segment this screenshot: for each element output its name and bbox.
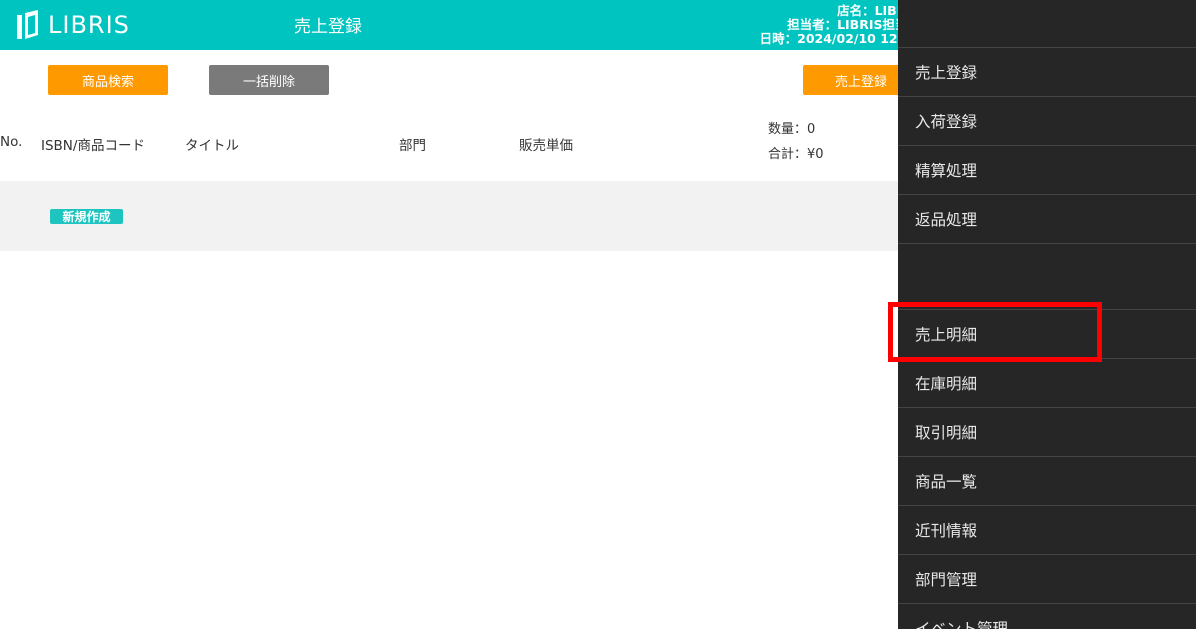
column-header-title: タイトル [185, 138, 239, 154]
side-menu-header [898, 0, 1196, 48]
menu-item-receiving[interactable]: 入荷登録 [898, 97, 1196, 146]
bulk-delete-button[interactable]: 一括削除 [209, 65, 329, 95]
product-search-button[interactable]: 商品検索 [48, 65, 168, 95]
amount-total: 合計：¥0 [768, 147, 824, 162]
session-info: 店名：LIBRIS 担当者：LIBRIS担当者 日時：2024/02/10 12… [720, 4, 898, 46]
menu-item-event-management[interactable]: イベント管理 [898, 604, 1196, 629]
menu-item-product-list[interactable]: 商品一覧 [898, 457, 1196, 506]
datetime: 日時：2024/02/10 12:30 [759, 31, 898, 46]
create-new-button[interactable]: 新規作成 [50, 209, 123, 224]
new-entry-row [0, 181, 898, 251]
page-title: 売上登録 [294, 17, 362, 37]
libris-logo[interactable]: LIBRIS [16, 9, 130, 41]
menu-item-transaction-details[interactable]: 取引明細 [898, 408, 1196, 457]
totals-summary: 数量：0 合計：¥0 [768, 117, 824, 167]
menu-item-department-management[interactable]: 部門管理 [898, 555, 1196, 604]
staff-name: 担当者：LIBRIS担当者 [787, 17, 898, 32]
menu-item-upcoming-releases[interactable]: 近刊情報 [898, 506, 1196, 555]
book-logo-icon [17, 10, 38, 39]
logo-text: LIBRIS [48, 11, 130, 39]
column-header-no: No. [0, 134, 23, 150]
column-header-department: 部門 [399, 138, 426, 154]
quantity-total: 数量：0 [768, 122, 816, 137]
menu-item-inventory-details[interactable]: 在庫明細 [898, 359, 1196, 408]
shop-name: 店名：LIBRIS [837, 4, 898, 18]
column-header-isbn: ISBN/商品コード [41, 138, 145, 154]
column-header-unit-price: 販売単価 [519, 138, 573, 154]
menu-item-sales-register[interactable]: 売上登録 [898, 48, 1196, 97]
menu-item-returns[interactable]: 返品処理 [898, 195, 1196, 244]
menu-item-settlement[interactable]: 精算処理 [898, 146, 1196, 195]
highlight-box [888, 302, 1102, 362]
menu-separator [898, 244, 1196, 310]
